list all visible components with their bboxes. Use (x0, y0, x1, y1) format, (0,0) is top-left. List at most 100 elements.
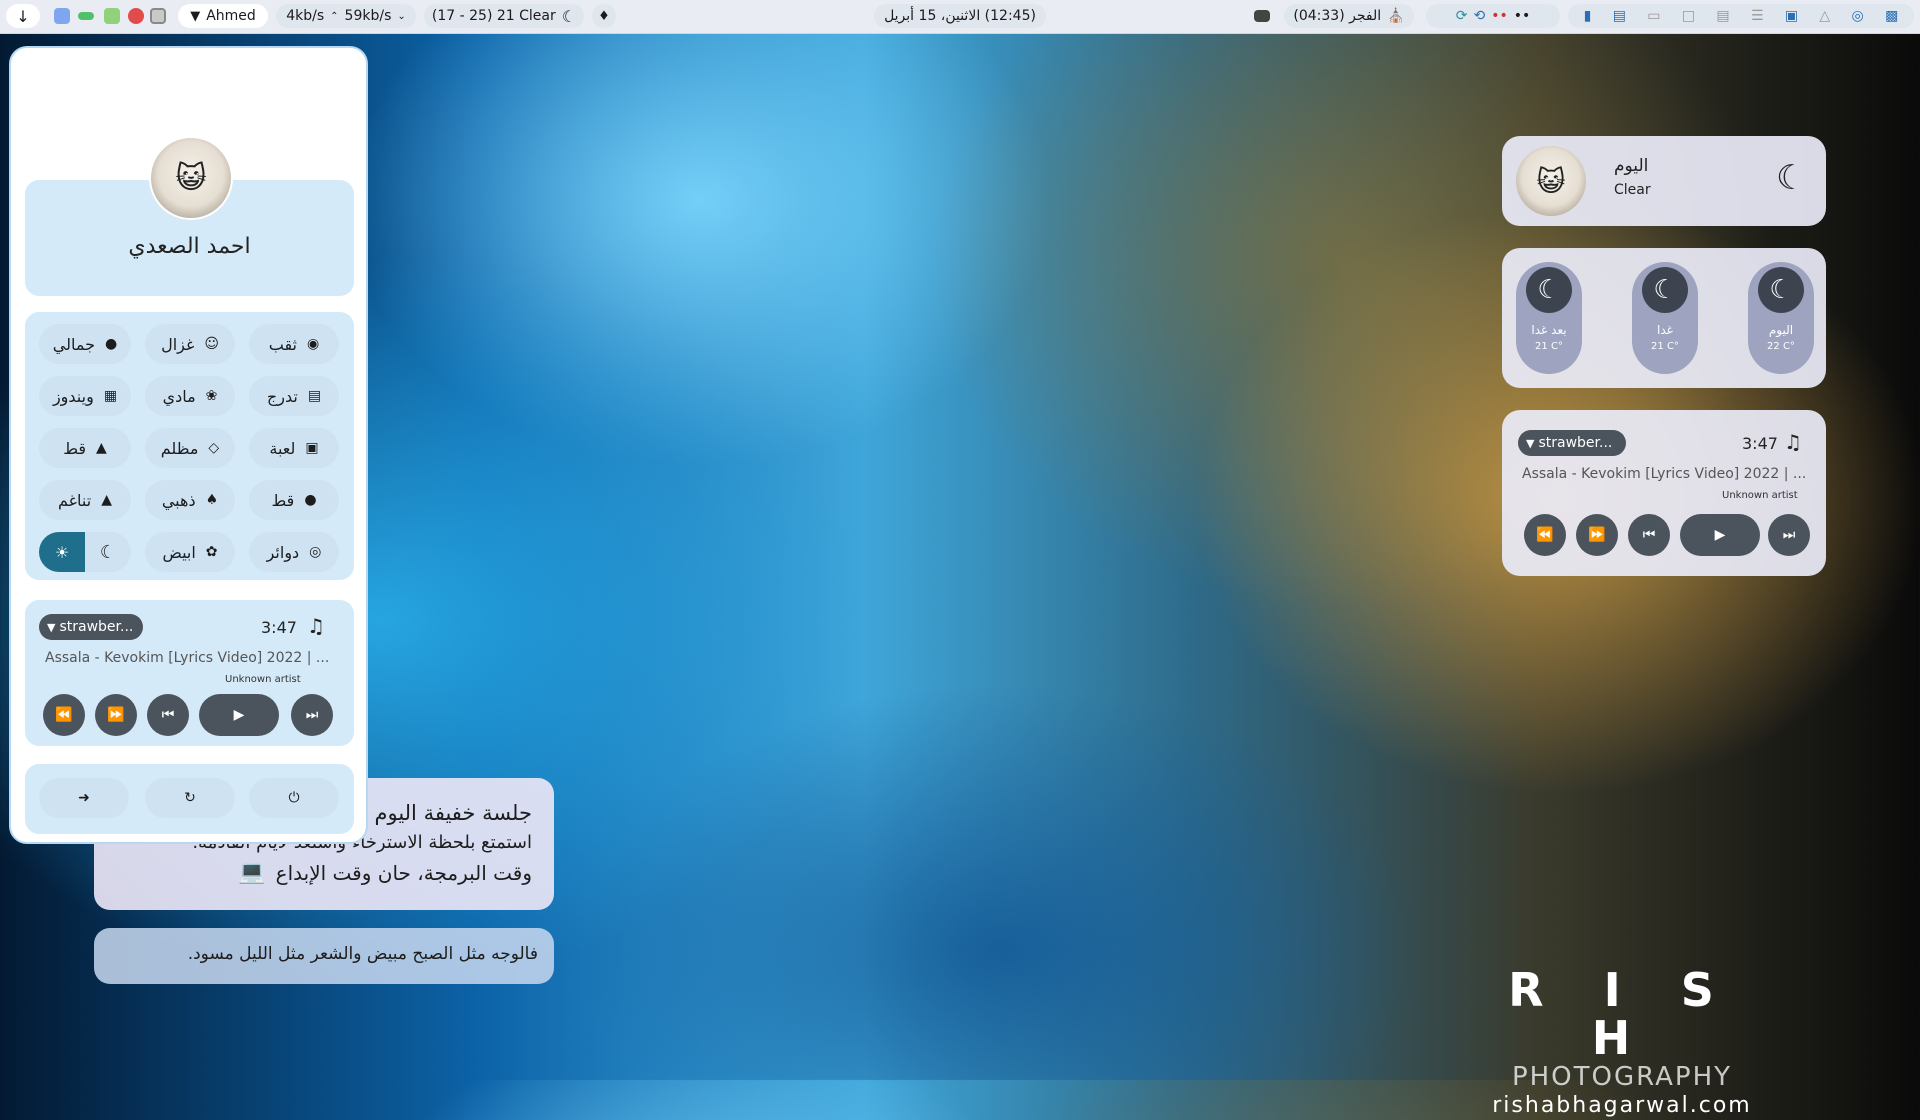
theme-label: غزال (161, 334, 195, 354)
rewind-icon: ⏪ (55, 707, 73, 723)
storage-icon[interactable]: ▭ (1647, 8, 1660, 24)
launcher-button[interactable]: ↓ (6, 4, 40, 28)
fast-forward-button[interactable]: ⏩ (1576, 514, 1618, 556)
logout-button[interactable]: ➜ (39, 778, 129, 818)
forecast-temp: 21 C° (1535, 341, 1563, 352)
play-button[interactable]: ▶ (1680, 514, 1760, 556)
previous-button[interactable]: ⏮ (1628, 514, 1670, 556)
arrow-down-small-icon: ⌄ (397, 10, 406, 22)
app-icon-4[interactable] (128, 8, 144, 24)
moon-icon: ☾ (1526, 267, 1572, 313)
weather-widget: 😺 اليوم Clear ☾ (1502, 136, 1826, 226)
next-button[interactable]: ⏭ (291, 694, 333, 736)
dark-mode-button[interactable]: ☾ (85, 532, 131, 572)
theme-button-windows[interactable]: ويندوز ▦ (39, 376, 131, 416)
arrow-up-icon: ⌃ (330, 10, 339, 22)
theme-button-abyad[interactable]: ابيض ✿ (145, 532, 235, 572)
next-button[interactable]: ⏭ (1768, 514, 1810, 556)
cat-face-icon: 😺 (175, 160, 207, 196)
play-icon: ▶ (233, 707, 245, 723)
theme-button-qitt-1[interactable]: قط ▲ (39, 428, 131, 468)
globe-icon[interactable]: ◎ (1852, 8, 1864, 24)
forecast-temp: 22 C° (1767, 341, 1795, 352)
moon-icon: ☾ (561, 6, 577, 26)
track-title-extra: | ... (306, 650, 330, 666)
forecast-label: اليوم (1768, 323, 1794, 337)
palette-icon: ● (105, 336, 118, 352)
circles-icon: ◎ (309, 544, 322, 560)
menu-dots-icon[interactable]: •• (1514, 8, 1531, 24)
doc-icon[interactable]: ▤ (1613, 8, 1626, 24)
theme-button-maddi[interactable]: مادي ❀ (145, 376, 235, 416)
refresh-icon[interactable]: ⟳ (1456, 8, 1468, 24)
fast-forward-button[interactable]: ⏩ (95, 694, 137, 736)
prayer-pill[interactable]: (04:33) الفجر ⛪ (1284, 4, 1414, 28)
theme-button-dawair[interactable]: دوائر ◎ (249, 532, 339, 572)
cat-face-icon: 😺 (1536, 164, 1566, 198)
theme-button-tanagham[interactable]: تناغم ▲ (39, 480, 131, 520)
theme-button-qitt-2[interactable]: قط ● (249, 480, 339, 520)
diamond-icon: ◇ (208, 440, 220, 456)
rewind-button[interactable]: ⏪ (1524, 514, 1566, 556)
play-icon: ▶ (1714, 527, 1726, 543)
mode-toggle[interactable]: ☀ ☾ (39, 532, 131, 572)
chat-icon[interactable]: ▤ (1716, 8, 1729, 24)
weather-pill[interactable]: (17 - 25) 21 Clear ☾ (424, 4, 584, 28)
app-icon-2[interactable] (78, 12, 94, 20)
player-source[interactable]: ▼ strawber... (39, 614, 143, 640)
theme-button-dhahabi[interactable]: ذهبي ♠ (145, 480, 235, 520)
skip-next-icon: ⏭ (1782, 527, 1796, 543)
dots-icon[interactable]: •• (1491, 8, 1508, 24)
app-icon-3[interactable] (104, 8, 120, 24)
power-row: ➜ ↻ ⏻ (25, 764, 354, 834)
user-name: Ahmed (206, 8, 256, 24)
app-icon-5[interactable] (150, 8, 166, 24)
music-player: ▼ strawber... 3:47 ♫ Assala - Kevokim [Ly… (25, 600, 354, 746)
files-icon[interactable]: ▣ (1785, 8, 1798, 24)
player-time: 3:47 (1742, 434, 1778, 453)
rewind-button[interactable]: ⏪ (43, 694, 85, 736)
theme-button-muzlim[interactable]: مظلم ◇ (145, 428, 235, 468)
windows-icon: ▦ (103, 388, 118, 404)
flask-icon[interactable]: △ (1819, 8, 1830, 24)
leaf-icon: ✿ (205, 544, 218, 560)
blackhole-icon: ◉ (307, 336, 320, 352)
theme-button-jamali[interactable]: جمالي ● (39, 324, 131, 364)
screen-icon[interactable] (1254, 10, 1270, 22)
theme-button-ghazal[interactable]: غزال ☺ (145, 324, 235, 364)
notifications-button[interactable]: ♦ (592, 4, 616, 28)
avatar: 😺 (149, 136, 233, 220)
player-source-label: strawber... (59, 619, 134, 635)
clock-pill[interactable]: (12:45) الاثنين، 15 أبريل (874, 4, 1046, 28)
sync-icon[interactable]: ⟲ (1473, 8, 1485, 24)
theme-label: لعبة (269, 438, 296, 458)
user-pill[interactable]: ▼ Ahmed (178, 4, 268, 28)
music-note-icon: ♫ (307, 614, 325, 638)
theme-label: ويندوز (52, 386, 94, 406)
list-icon[interactable]: ☰ (1751, 8, 1764, 24)
theme-label: قط (63, 438, 87, 458)
play-button[interactable]: ▶ (199, 694, 279, 736)
terminal-icon[interactable]: ▩ (1885, 8, 1898, 24)
forecast-day-2: ☾ غدا 21 C° (1632, 262, 1698, 374)
usb-icon[interactable]: ▮ (1584, 8, 1592, 24)
restart-button[interactable]: ↻ (145, 778, 235, 818)
theme-label: ابيض (162, 542, 196, 562)
cat-icon: ▲ (96, 440, 107, 456)
shutdown-button[interactable]: ⏻ (249, 778, 339, 818)
theme-button-thaqb[interactable]: ثقب ◉ (249, 324, 339, 364)
theme-button-tadarruj[interactable]: تدرج ▤ (249, 376, 339, 416)
theme-label: مادي (162, 386, 196, 406)
light-mode-button[interactable]: ☀ (39, 532, 85, 572)
theme-button-luba[interactable]: لعبة ▣ (249, 428, 339, 468)
player-source[interactable]: ▼ strawber... (1518, 430, 1626, 456)
folder-icon[interactable]: □ (1682, 8, 1695, 24)
previous-button[interactable]: ⏮ (147, 694, 189, 736)
net-up: 4kb/s (286, 8, 325, 24)
top-bar: ↓ ▼ Ahmed 4kb/s ⌃ 59kb/s ⌄ (17 - 25) 21 Cl… (0, 0, 1920, 34)
rewind-icon: ⏪ (1536, 527, 1554, 543)
app-icon-1[interactable] (54, 8, 70, 24)
track-title-row: Assala - Kevokim [Lyrics Video] 2022 | .… (1522, 466, 1806, 482)
mosque-icon: ⛪ (1387, 8, 1405, 24)
quote-card: فالوجه مثل الصبح مبيض والشعر مثل الليل م… (94, 928, 554, 984)
